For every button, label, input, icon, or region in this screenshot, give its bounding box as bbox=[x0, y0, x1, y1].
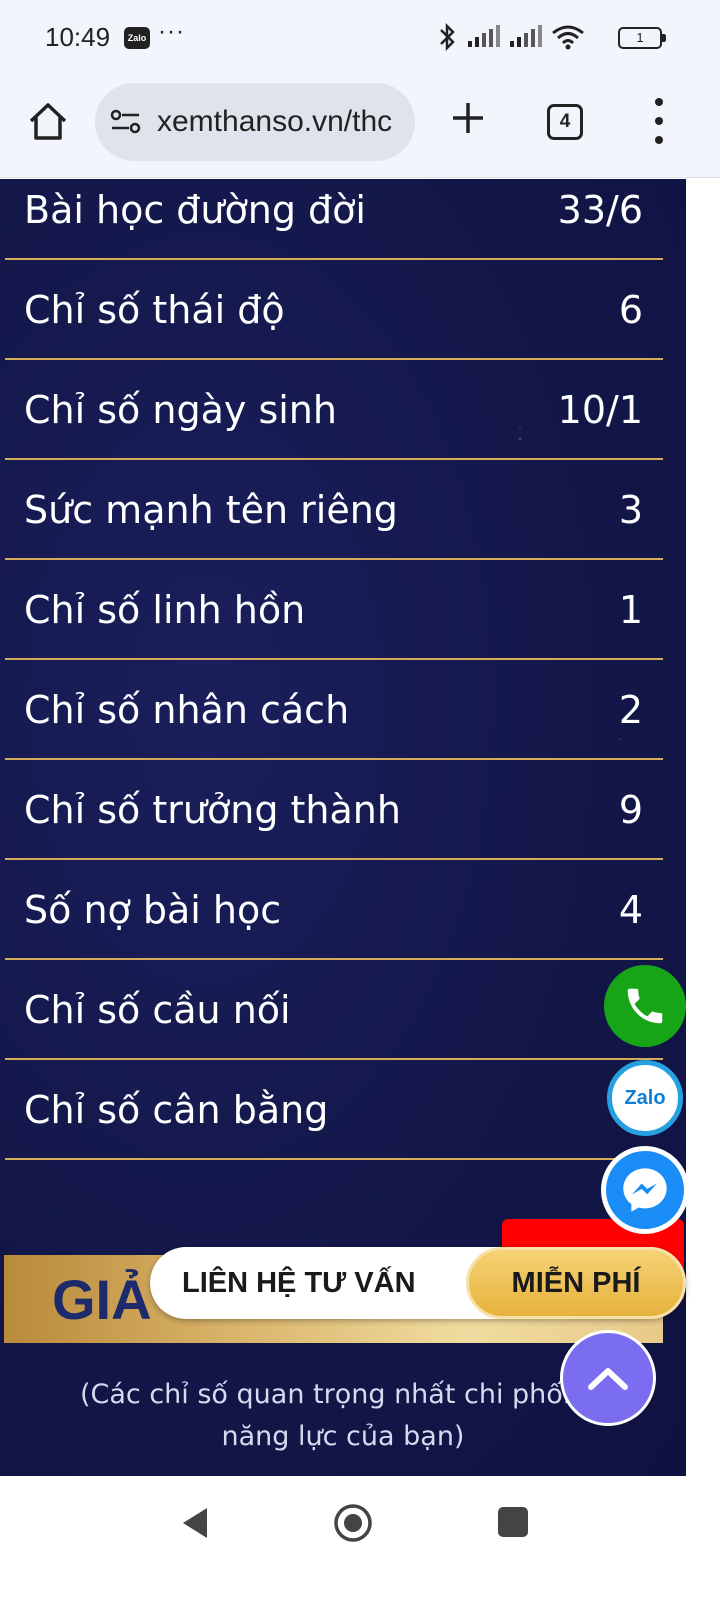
consult-cta-button[interactable]: LIÊN HỆ TƯ VẤN MIỄN PHÍ bbox=[150, 1247, 686, 1319]
index-value: 2 bbox=[618, 688, 643, 732]
signal-icon-2 bbox=[510, 25, 542, 47]
index-row: Chỉ số thái độ 6 bbox=[5, 260, 663, 360]
index-row: Số nợ bài học 4 bbox=[5, 860, 663, 960]
call-button[interactable] bbox=[604, 965, 686, 1047]
index-label: Chỉ số cầu nối bbox=[24, 988, 291, 1032]
signal-icon bbox=[468, 25, 500, 47]
home-nav-icon[interactable] bbox=[333, 1503, 373, 1543]
index-label: Chỉ số cân bằng bbox=[24, 1088, 329, 1132]
banner-title: GIẢ bbox=[52, 1268, 152, 1331]
battery-icon: 1 bbox=[618, 27, 666, 49]
scroll-to-top-button[interactable] bbox=[560, 1330, 656, 1426]
index-label: Chỉ số thái độ bbox=[24, 288, 285, 332]
index-value: 1 bbox=[618, 588, 643, 632]
index-row: Chỉ số cân bằng bbox=[5, 1060, 663, 1160]
index-row: Bài học đường đời 33/6 bbox=[5, 179, 663, 260]
index-label: Chỉ số linh hồn bbox=[24, 588, 306, 632]
zalo-notification-icon: Zalo bbox=[124, 27, 150, 49]
back-icon[interactable] bbox=[180, 1506, 210, 1540]
home-icon[interactable] bbox=[26, 100, 70, 144]
url-text[interactable]: xemthanso.vn/thc bbox=[157, 105, 397, 139]
status-bar: 10:49 Zalo ··· 1 bbox=[0, 0, 720, 78]
cta-label[interactable]: LIÊN HỆ TƯ VẤN bbox=[182, 1267, 416, 1300]
bluetooth-icon bbox=[440, 22, 455, 52]
zalo-icon: Zalo bbox=[624, 1086, 666, 1109]
address-bar[interactable]: xemthanso.vn/thc bbox=[95, 83, 415, 161]
zalo-button[interactable]: Zalo bbox=[607, 1060, 683, 1136]
index-value: 33/6 bbox=[557, 188, 643, 232]
index-value: 6 bbox=[618, 288, 643, 332]
browser-toolbar: xemthanso.vn/thc 4 bbox=[0, 78, 720, 178]
phone-icon bbox=[627, 988, 663, 1024]
messenger-button[interactable] bbox=[601, 1146, 689, 1234]
system-nav-bar bbox=[0, 1476, 720, 1600]
index-label: Chỉ số trưởng thành bbox=[24, 788, 401, 832]
index-row: Chỉ số linh hồn 1 bbox=[5, 560, 663, 660]
index-value: 3 bbox=[618, 488, 643, 532]
more-notifications-icon: ··· bbox=[158, 18, 185, 45]
index-row: Chỉ số trưởng thành 9 bbox=[5, 760, 663, 860]
index-label: Sức mạnh tên riêng bbox=[24, 488, 398, 532]
wifi-icon bbox=[552, 25, 584, 50]
index-label: Bài học đường đời bbox=[24, 188, 366, 232]
chevron-up-icon bbox=[588, 1368, 628, 1390]
tab-switcher-button[interactable]: 4 bbox=[547, 104, 583, 140]
index-row: Chỉ số cầu nối bbox=[5, 960, 663, 1060]
index-row: Sức mạnh tên riêng 3 bbox=[5, 460, 663, 560]
index-label: Chỉ số nhân cách bbox=[24, 688, 350, 732]
messenger-icon bbox=[623, 1168, 667, 1212]
cta-free-badge[interactable]: MIỄN PHÍ bbox=[466, 1247, 686, 1319]
site-settings-icon[interactable] bbox=[109, 108, 143, 136]
status-icons bbox=[437, 22, 585, 52]
numerology-index-list: Bài học đường đời 33/6 Chỉ số thái độ 6 Ch… bbox=[5, 179, 663, 1160]
index-row: Chỉ số ngày sinh 10/1 bbox=[5, 360, 663, 460]
recents-icon[interactable] bbox=[498, 1507, 528, 1537]
index-row: Chỉ số nhân cách 2 bbox=[5, 660, 663, 760]
status-time: 10:49 bbox=[45, 22, 111, 52]
subtitle-line-2: năng lực của bạn) bbox=[221, 1421, 465, 1452]
new-tab-icon[interactable] bbox=[448, 98, 488, 138]
index-value: 4 bbox=[618, 888, 643, 932]
index-label: Chỉ số ngày sinh bbox=[24, 388, 337, 432]
overflow-menu-icon[interactable] bbox=[648, 98, 670, 144]
index-value: 10/1 bbox=[557, 388, 643, 432]
index-value: 9 bbox=[618, 788, 643, 832]
index-label: Số nợ bài học bbox=[24, 888, 282, 932]
